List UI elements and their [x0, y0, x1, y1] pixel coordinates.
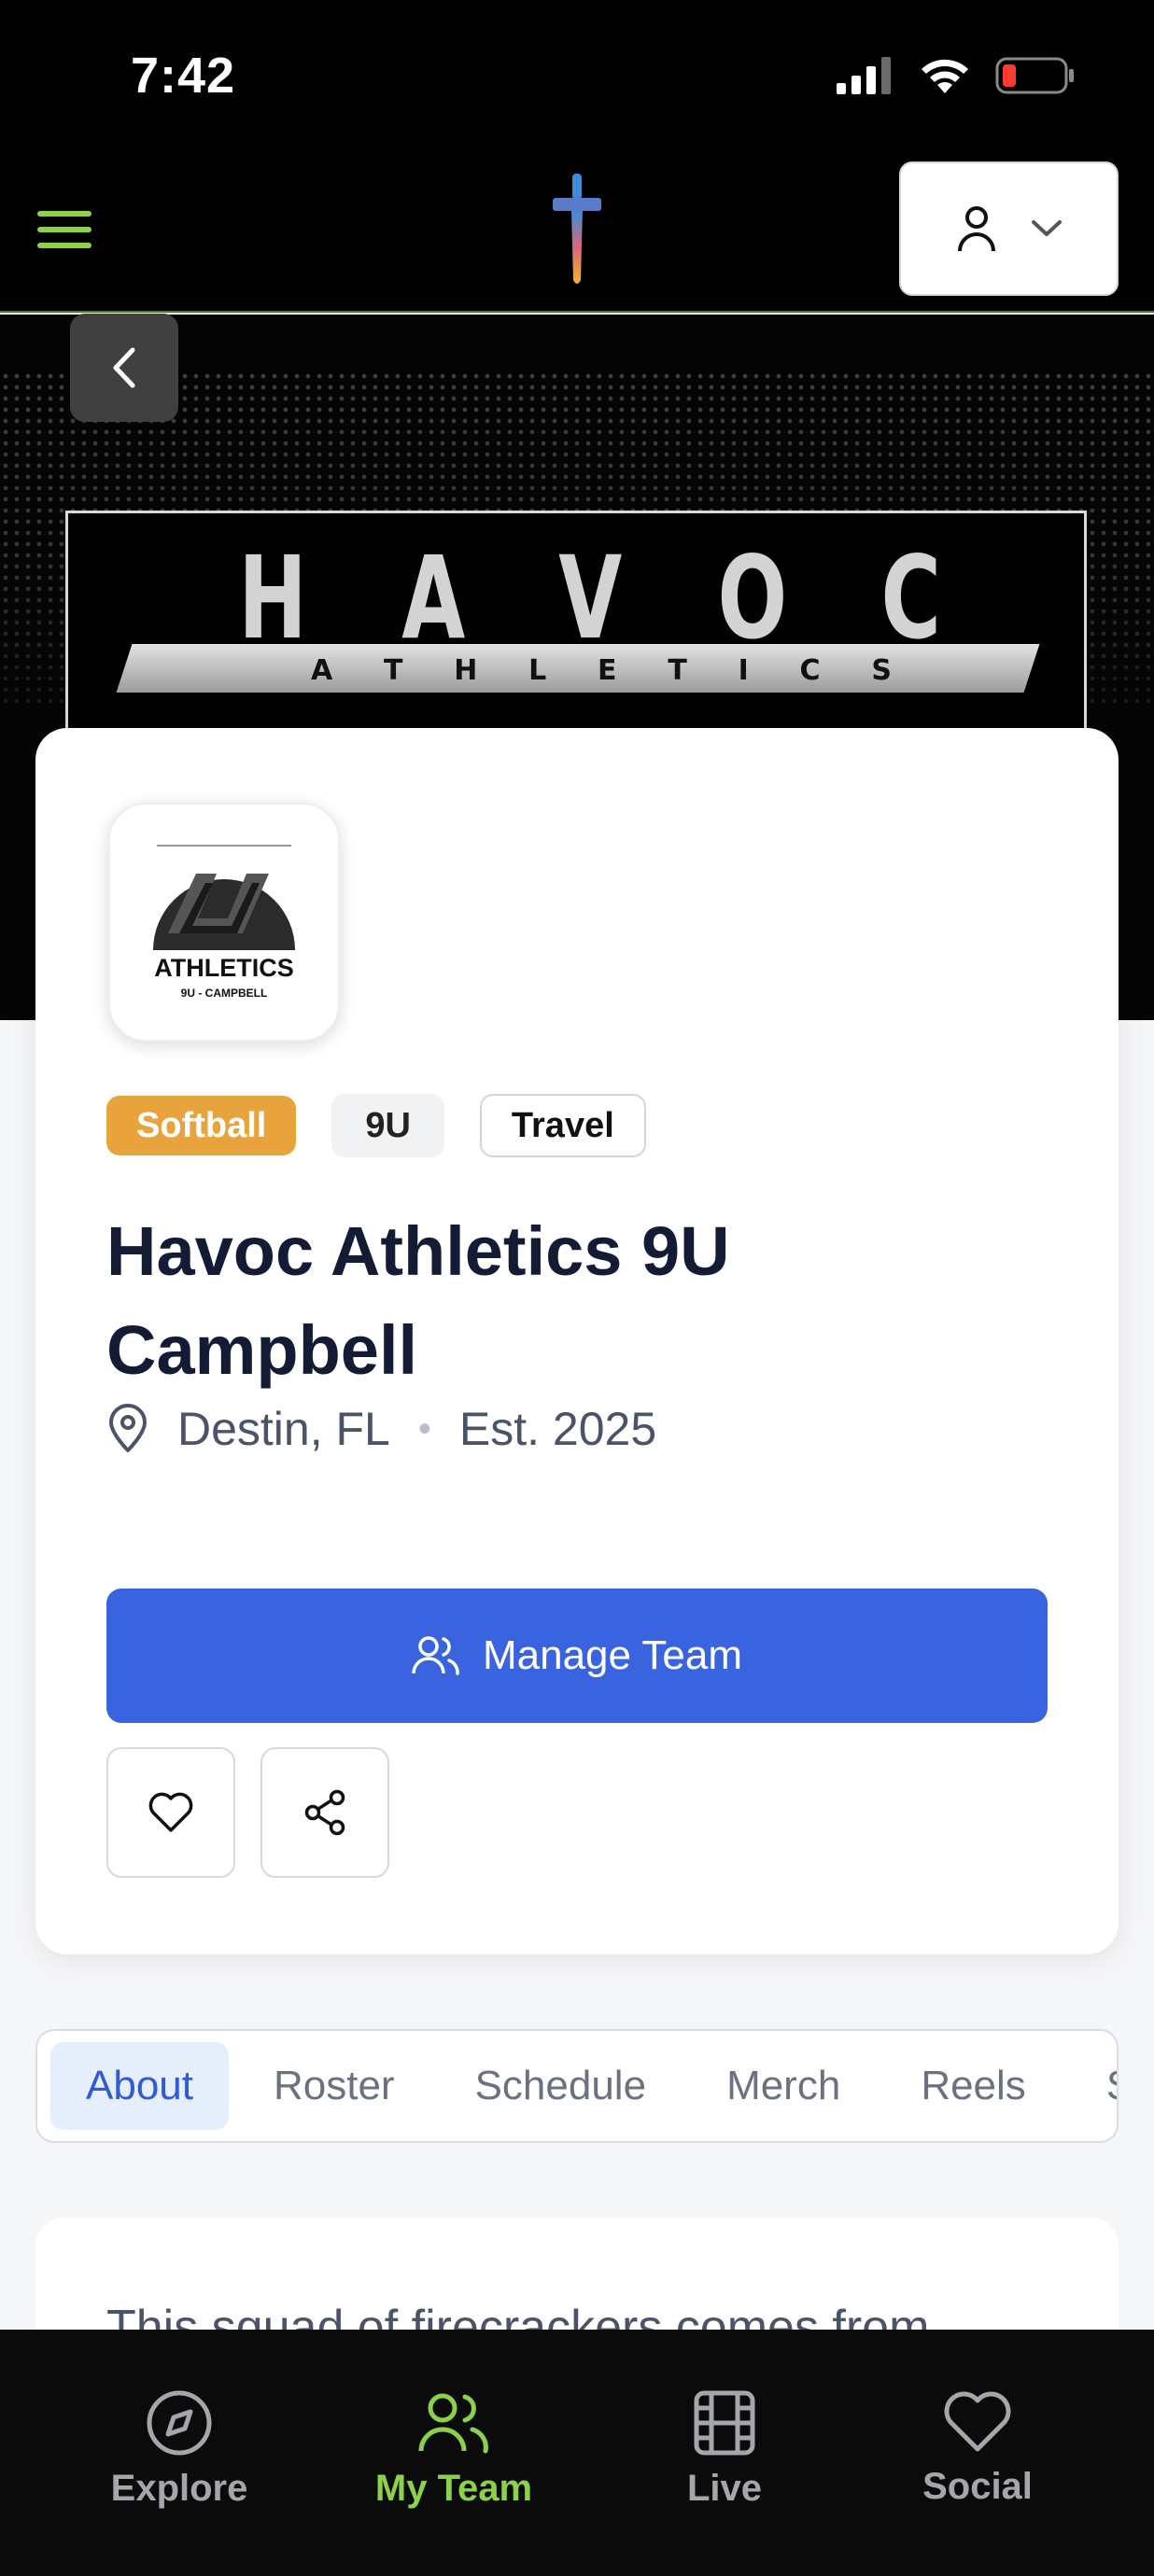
compass-icon [147, 2390, 212, 2456]
battery-icon [995, 57, 1074, 94]
location-pin-icon [109, 1404, 147, 1452]
tab-reels[interactable]: Reels [885, 2042, 1062, 2130]
status-time: 7:42 [131, 48, 236, 104]
nav-explore[interactable]: Explore [105, 2330, 254, 2576]
favorite-button[interactable] [106, 1747, 235, 1878]
sport-tag: Softball [106, 1096, 297, 1155]
users-icon [412, 1636, 459, 1675]
team-established: Est. 2025 [458, 1403, 657, 1455]
nav-my-team[interactable]: My Team [360, 2330, 547, 2576]
nav-social-label: Social [922, 2466, 1033, 2507]
cellular-signal-icon [837, 57, 891, 94]
users-icon [418, 2393, 488, 2454]
hamburger-icon [37, 211, 91, 217]
heart-icon [148, 1792, 193, 1832]
team-logo-image: ATHLETICS 9U - CAMPBELL [153, 845, 295, 1000]
tab-merch[interactable]: Merch [691, 2042, 876, 2130]
nav-live[interactable]: Live [668, 2330, 781, 2576]
team-logo: ATHLETICS 9U - CAMPBELL [108, 803, 340, 1042]
share-button[interactable] [260, 1747, 389, 1878]
team-tags: Softball 9U Travel [106, 1094, 646, 1157]
app-header [0, 149, 1154, 313]
tab-roster[interactable]: Roster [238, 2042, 430, 2130]
chevron-down-icon [1031, 220, 1062, 236]
app-logo[interactable] [540, 170, 614, 291]
bottom-nav: Explore My Team Live Social [0, 2330, 1154, 2576]
havoc-banner-image: H A V O C A T H L E T I C S [65, 511, 1087, 735]
team-tabs: About Roster Schedule Merch Reels S [35, 2029, 1119, 2143]
user-icon [957, 206, 995, 252]
menu-button[interactable] [37, 196, 105, 263]
account-menu-button[interactable] [899, 161, 1119, 296]
wifi-icon [922, 59, 968, 93]
nav-explore-label: Explore [110, 2468, 248, 2509]
team-logo-line1: ATHLETICS [154, 954, 294, 982]
nav-my-team-label: My Team [374, 2468, 533, 2509]
team-location: Destin, FL [177, 1403, 390, 1455]
chevron-left-icon [113, 347, 135, 388]
age-group-tag: 9U [331, 1094, 444, 1157]
status-icons [837, 56, 1076, 95]
nav-social[interactable]: Social [917, 2330, 1038, 2576]
film-icon [694, 2390, 755, 2456]
nav-live-label: Live [686, 2468, 763, 2509]
manage-team-button[interactable]: Manage Team [106, 1589, 1048, 1723]
share-icon [304, 1789, 345, 1836]
team-type-tag: Travel [479, 1094, 646, 1157]
banner-wordmark: H A V O C [238, 532, 942, 665]
team-meta: Destin, FL • Est. 2025 [106, 1402, 656, 1456]
banner-subtitle: A T H L E T I C S [311, 653, 892, 687]
tab-about[interactable]: About [50, 2042, 229, 2130]
tab-overflow[interactable]: S [1071, 2042, 1117, 2130]
back-button[interactable] [70, 314, 178, 422]
manage-team-label: Manage Team [482, 1632, 743, 1678]
team-card: ATHLETICS 9U - CAMPBELL Softball 9U Trav… [35, 728, 1119, 1954]
team-logo-line2: 9U - CAMPBELL [181, 987, 268, 1000]
status-bar: 7:42 [0, 0, 1154, 149]
tab-schedule[interactable]: Schedule [440, 2042, 682, 2130]
team-name: Havoc Athletics 9U Campbell [106, 1212, 730, 1389]
heart-icon [944, 2391, 1011, 2452]
